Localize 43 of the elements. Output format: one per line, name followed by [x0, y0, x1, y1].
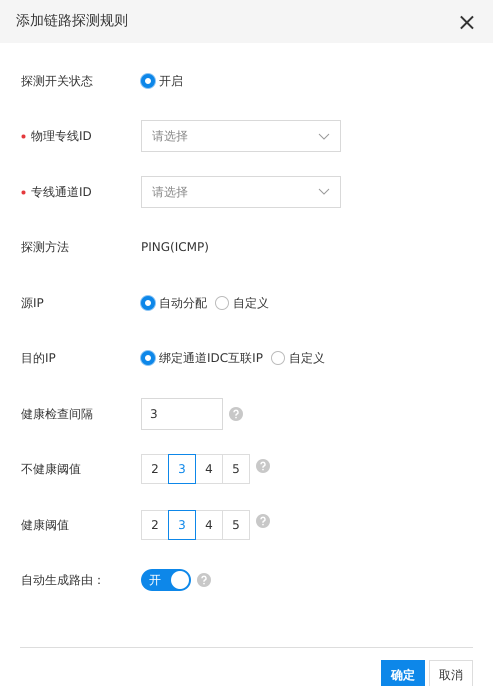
field-label: 不健康阈值 — [21, 462, 81, 476]
field-label: 探测开关状态 — [21, 74, 93, 88]
radio-label[interactable]: 自定义 — [233, 294, 269, 312]
field-value: PING(ICMP) — [141, 239, 209, 256]
toggle-switch[interactable]: 开 — [141, 569, 191, 592]
field-label: 目的IP — [21, 351, 56, 366]
field-label: 健康阈值 — [21, 518, 69, 532]
select-field[interactable]: 请选择 — [141, 120, 341, 152]
radio-button[interactable] — [141, 296, 155, 310]
cancel-button[interactable]: 取消 — [429, 660, 473, 686]
help-icon[interactable] — [197, 573, 211, 588]
option-button[interactable]: 5 — [222, 510, 250, 540]
option-button[interactable]: 3 — [168, 510, 196, 540]
option-button[interactable]: 4 — [195, 510, 223, 540]
field-label: 专线通道ID — [31, 184, 92, 199]
radio-button[interactable] — [141, 351, 155, 366]
chevron-down-icon — [318, 132, 330, 140]
field-label: 健康检查间隔 — [21, 406, 93, 421]
field-label: 探测方法 — [21, 240, 69, 254]
radio-label[interactable]: 开启 — [159, 72, 183, 90]
help-icon[interactable] — [229, 406, 243, 421]
option-button[interactable]: 3 — [168, 454, 196, 484]
close-button[interactable]: × — [456, 10, 477, 34]
radio-button[interactable] — [141, 74, 155, 88]
option-button[interactable]: 4 — [195, 454, 223, 484]
help-icon[interactable] — [256, 514, 270, 528]
field-label: 物理专线ID — [31, 129, 92, 144]
field-label: 自动生成路由： — [21, 573, 105, 588]
select-field[interactable]: 请选择 — [141, 176, 341, 208]
radio-button[interactable] — [270, 351, 285, 366]
radio-label[interactable]: 自动分配 — [159, 294, 207, 312]
chevron-down-icon — [318, 188, 330, 196]
field-label: 源IP — [21, 296, 44, 310]
radio-button[interactable] — [215, 296, 229, 310]
help-icon[interactable] — [256, 458, 270, 472]
radio-label[interactable]: 自定义 — [288, 349, 325, 368]
dialog-title: 添加链路探测规则 — [16, 12, 128, 31]
option-button[interactable]: 5 — [222, 454, 250, 484]
radio-label[interactable]: 绑定通道IDC互联IP — [159, 349, 263, 368]
option-button[interactable]: 2 — [141, 510, 169, 540]
option-button[interactable]: 2 — [141, 454, 169, 484]
number-input[interactable]: 3 — [141, 398, 223, 430]
confirm-button[interactable]: 确定 — [381, 660, 425, 686]
